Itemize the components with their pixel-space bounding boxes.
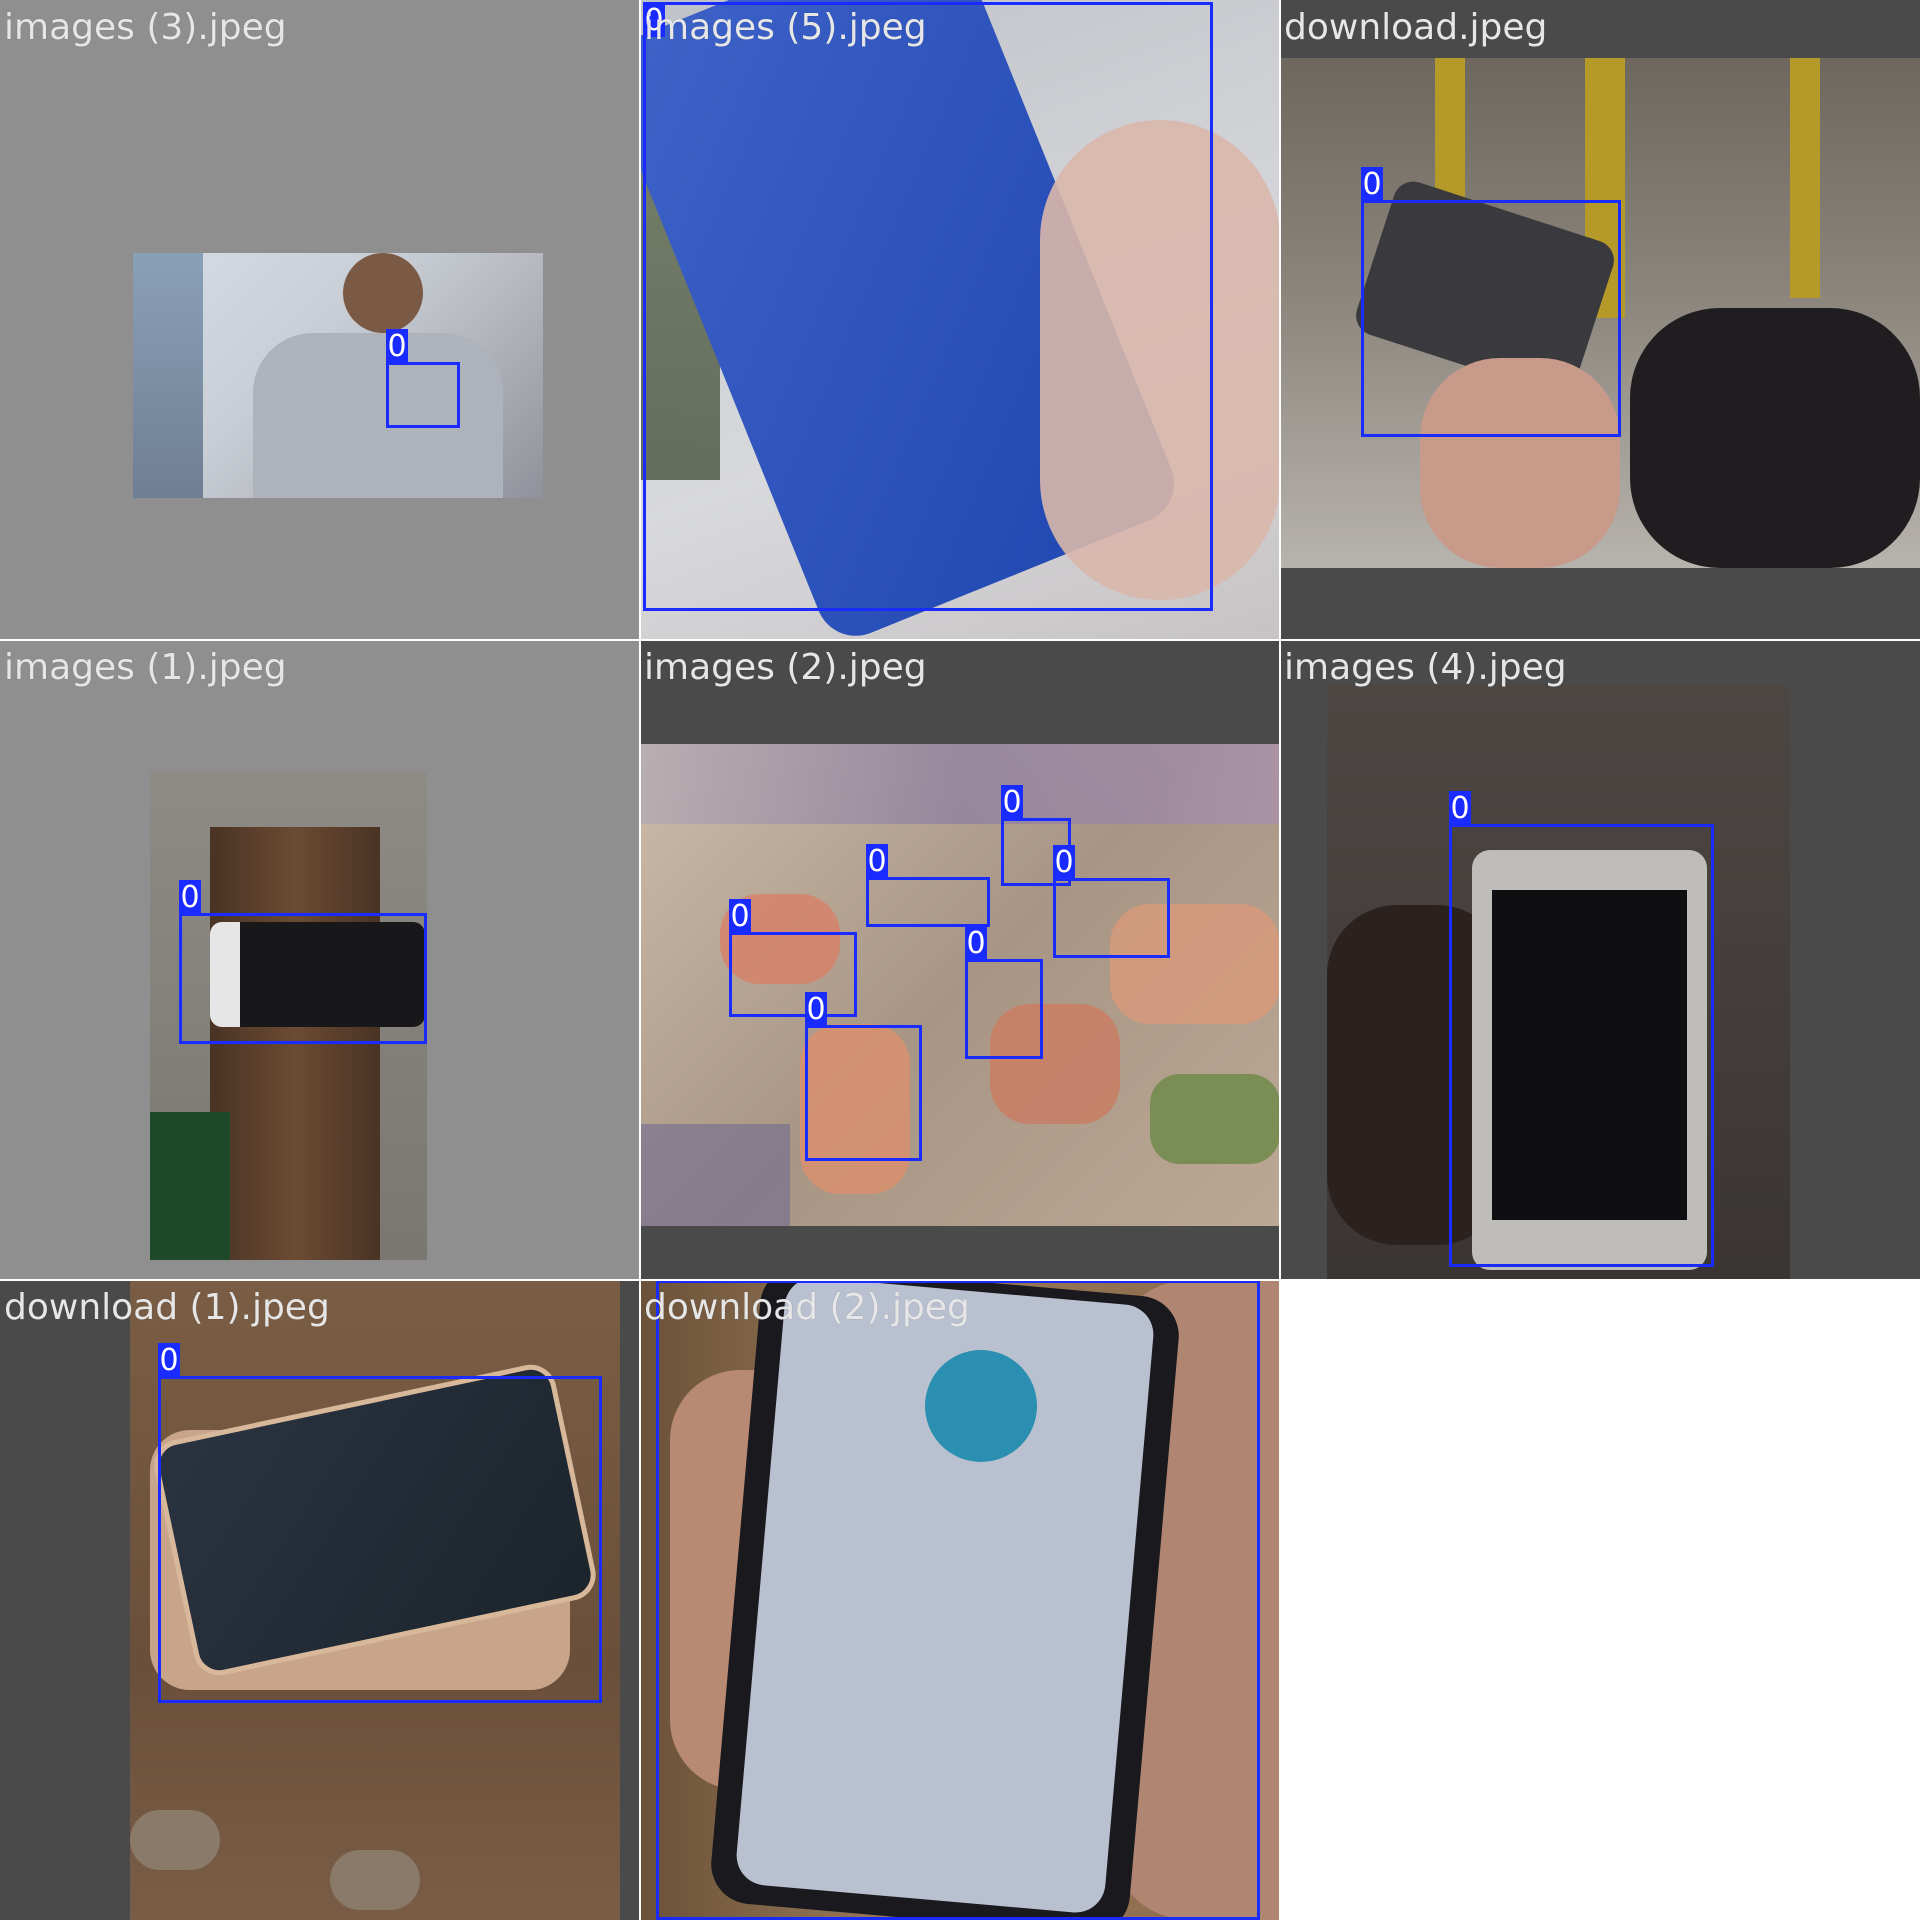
photo-images-3 <box>133 253 543 498</box>
grid-separator <box>0 1279 1920 1281</box>
detection-box: 0 <box>656 1280 1260 1920</box>
tile-filename: download.jpeg <box>1284 7 1548 48</box>
tile-filename: images (3).jpeg <box>4 7 287 48</box>
class-tag: 0 <box>179 880 201 915</box>
class-tag: 0 <box>1001 785 1023 820</box>
class-tag: 0 <box>158 1343 180 1378</box>
detection-box: 0 <box>179 880 427 1044</box>
detection-box: 0 <box>965 926 1043 1059</box>
grid-separator <box>639 0 641 1920</box>
tile-images-3: 0 images (3).jpeg <box>0 0 640 640</box>
tile-empty <box>1280 1280 1920 1920</box>
tile-download: 0 download.jpeg <box>1280 0 1920 640</box>
tile-filename: images (5).jpeg <box>644 7 927 48</box>
class-tag: 0 <box>1361 167 1383 202</box>
class-tag: 0 <box>866 844 888 879</box>
detection-box: 0 <box>805 992 922 1161</box>
class-tag: 0 <box>1053 845 1075 880</box>
tile-download-2: 0 download (2).jpeg <box>640 1280 1280 1920</box>
class-tag: 0 <box>965 926 987 961</box>
tile-filename: images (2).jpeg <box>644 647 927 688</box>
class-tag: 0 <box>729 899 751 934</box>
class-tag: 0 <box>1449 791 1471 826</box>
detection-box: 0 <box>1361 167 1621 437</box>
mosaic-grid: 0 images (3).jpeg 0 images (5).jpeg 0 do… <box>0 0 1920 1920</box>
tile-filename: images (4).jpeg <box>1284 647 1567 688</box>
tile-images-1: 0 images (1).jpeg <box>0 640 640 1280</box>
tile-images-5: 0 images (5).jpeg <box>640 0 1280 640</box>
detection-box: 0 <box>866 844 990 927</box>
detection-box: 0 <box>158 1343 602 1703</box>
class-tag: 0 <box>386 329 408 364</box>
detection-box: 0 <box>643 2 1213 611</box>
tile-filename: images (1).jpeg <box>4 647 287 688</box>
tile-filename: download (2).jpeg <box>644 1287 970 1328</box>
detection-box: 0 <box>729 899 857 1017</box>
detection-box: 0 <box>386 329 460 428</box>
tile-images-4: 0 images (4).jpeg <box>1280 640 1920 1280</box>
grid-separator <box>0 639 1920 641</box>
grid-separator <box>1279 0 1281 1920</box>
class-tag: 0 <box>805 992 827 1027</box>
detection-box: 0 <box>1449 791 1714 1267</box>
tile-images-2: 0 0 0 0 0 0 images (2).jpeg <box>640 640 1280 1280</box>
detection-box: 0 <box>1053 845 1170 958</box>
tile-download-1: 0 download (1).jpeg <box>0 1280 640 1920</box>
tile-filename: download (1).jpeg <box>4 1287 330 1328</box>
